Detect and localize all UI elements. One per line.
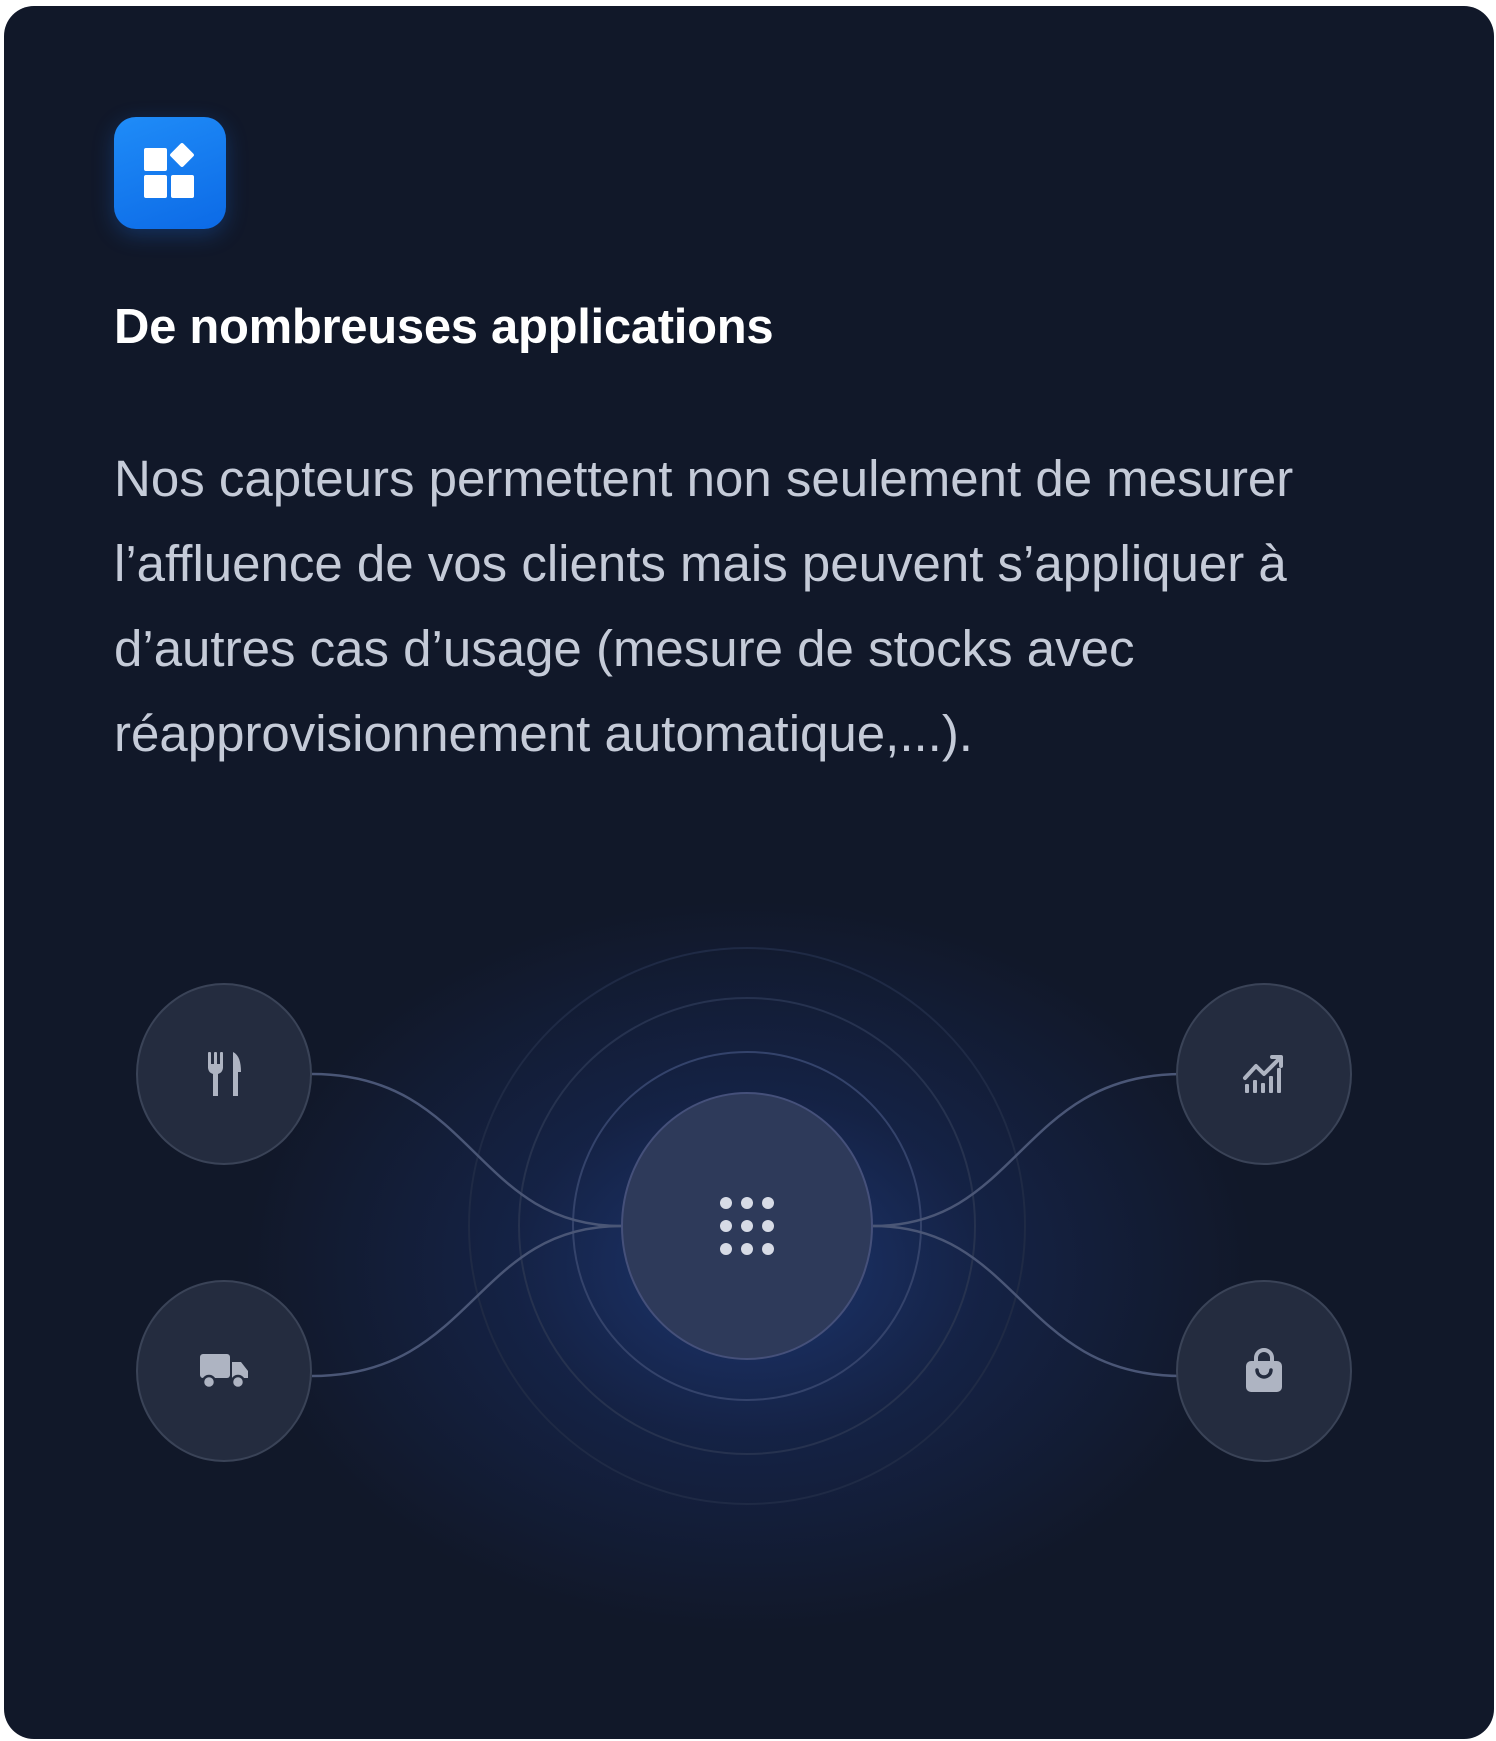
node-analytics [1176, 983, 1352, 1165]
node-retail [1176, 1280, 1352, 1462]
feature-card: De nombreuses applications Nos capteurs … [4, 6, 1494, 1739]
hub-node [621, 1092, 873, 1360]
truck-icon [200, 1354, 248, 1390]
card-description: Nos capteurs permettent non seulement de… [114, 450, 1294, 762]
chart-icon [1243, 1055, 1283, 1093]
grid-dots-icon [720, 1197, 774, 1255]
applications-diagram [4, 886, 1494, 1646]
widgets-icon [114, 117, 226, 229]
node-delivery [136, 1280, 312, 1462]
shopping-bag-icon [1246, 1348, 1282, 1392]
card-title: De nombreuses applications [114, 300, 774, 354]
fork-knife-icon [208, 1052, 241, 1096]
node-restaurant [136, 983, 312, 1165]
